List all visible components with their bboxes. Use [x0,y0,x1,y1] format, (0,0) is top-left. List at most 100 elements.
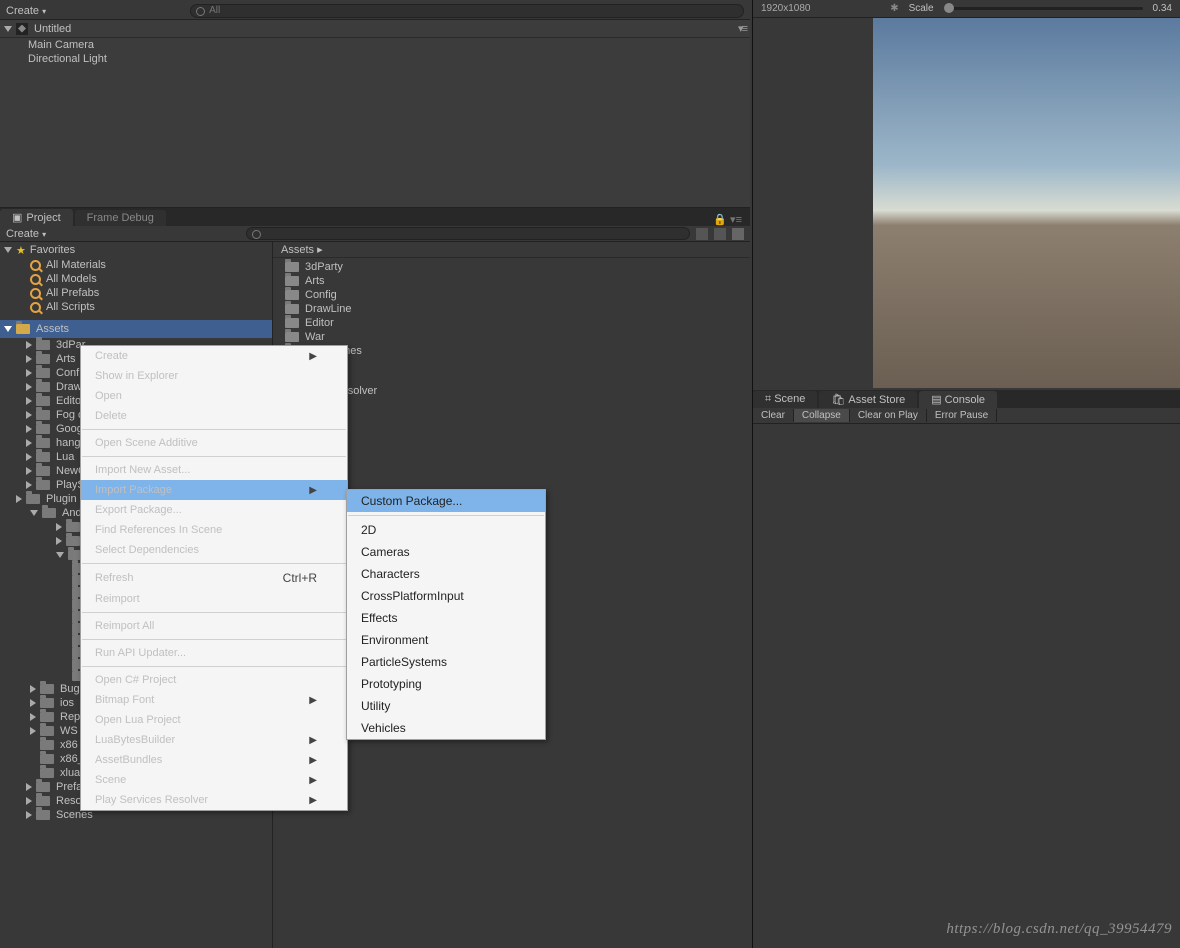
context-menu-item[interactable]: AssetBundles▶ [81,750,347,770]
asset-item[interactable]: Arts [273,274,750,288]
submenu-item[interactable]: ParticleSystems [347,651,545,673]
assets-header[interactable]: Assets [0,320,272,338]
asset-item[interactable]: Editor [273,316,750,330]
context-menu-item[interactable]: Play Services Resolver▶ [81,790,347,810]
console-clear-on-play-button[interactable]: Clear on Play [850,409,927,422]
submenu-item[interactable]: Utility [347,695,545,717]
folder-icon [40,726,54,736]
tab-project[interactable]: ▣Project [0,209,73,226]
folder-icon [36,424,50,434]
expand-icon [4,26,12,32]
unity-icon [16,23,28,35]
expand-icon [30,685,36,693]
filter-icon[interactable] [714,228,726,240]
context-menu-item[interactable]: Scene▶ [81,770,347,790]
context-menu-item[interactable]: Select Dependencies [81,540,347,560]
submenu-item[interactable]: Effects [347,607,545,629]
folder-icon [40,768,54,778]
favorite-item[interactable]: All Scripts [0,300,272,314]
hierarchy-create-button[interactable]: Create ▾ [6,5,46,17]
folder-icon [36,438,50,448]
tab-console[interactable]: ▤Console [919,391,997,408]
context-menu-item[interactable]: Reimport [81,589,347,609]
tab-frame-debug[interactable]: Frame Debug [75,210,166,226]
folder-icon [40,740,54,750]
folder-icon [16,324,30,334]
folder-icon [26,494,40,504]
context-menu-item[interactable]: Run API Updater... [81,643,347,663]
asset-item[interactable]: 3dParty [273,260,750,274]
hierarchy-item[interactable]: Main Camera [0,38,750,52]
folder-icon [36,466,50,476]
console-error-pause-button[interactable]: Error Pause [927,409,997,422]
context-menu-item[interactable]: Import New Asset... [81,460,347,480]
hierarchy-search-input[interactable] [190,4,744,18]
expand-icon [26,397,32,405]
scale-label: Scale [909,3,934,14]
submenu-item[interactable]: 2D [347,519,545,541]
search-icon [30,288,41,299]
submenu-item[interactable]: Characters [347,563,545,585]
filter-icon[interactable] [696,228,708,240]
folder-icon [36,782,50,792]
folder-icon [285,262,299,272]
folder-icon [40,698,54,708]
expand-icon [26,411,32,419]
submenu-item[interactable]: Environment [347,629,545,651]
scene-name: Untitled [34,23,71,35]
context-menu-item[interactable]: Bitmap Font▶ [81,690,347,710]
folder-icon [36,796,50,806]
context-menu: Create▶Show in ExplorerOpenDelete Open S… [80,345,348,811]
folder-icon [36,354,50,364]
context-menu-item[interactable]: Reimport All [81,616,347,636]
context-menu-item[interactable]: Find References In Scene [81,520,347,540]
resolution-label[interactable]: 1920x1080 [761,3,811,14]
context-menu-item[interactable]: Create▶ [81,346,347,366]
context-menu-item[interactable]: Show in Explorer [81,366,347,386]
favorite-item[interactable]: All Prefabs [0,286,272,300]
save-icon[interactable] [732,228,744,240]
context-menu-item[interactable]: Open Lua Project [81,710,347,730]
tab-scene[interactable]: ⌗Scene [753,391,817,408]
submenu-import-package: Custom Package... 2DCamerasCharactersCros… [346,489,546,740]
favorites-header[interactable]: ★ Favorites [0,242,272,258]
hierarchy-item[interactable]: Directional Light [0,52,750,66]
asset-item[interactable]: DrawLine [273,302,750,316]
expand-icon [4,326,12,332]
search-icon [30,302,41,313]
context-menu-item[interactable]: Export Package... [81,500,347,520]
context-menu-item[interactable]: LuaBytesBuilder▶ [81,730,347,750]
scale-slider[interactable] [944,7,1143,10]
context-menu-item[interactable]: Open C# Project [81,670,347,690]
folder-icon [40,684,54,694]
context-menu-item[interactable]: Delete [81,406,347,426]
context-menu-item[interactable]: Import Package▶ [81,480,347,500]
favorite-item[interactable]: All Materials [0,258,272,272]
project-create-button[interactable]: Create ▾ [6,228,46,240]
context-menu-item[interactable]: RefreshCtrl+R [81,567,347,589]
folder-icon [42,508,56,518]
context-menu-item[interactable]: Open Scene Additive [81,433,347,453]
console-collapse-button[interactable]: Collapse [794,409,850,422]
asset-item[interactable]: War [273,330,750,344]
submenu-item[interactable]: Cameras [347,541,545,563]
submenu-item[interactable]: Prototyping [347,673,545,695]
expand-icon [26,439,32,447]
asset-item[interactable]: Config [273,288,750,302]
favorite-item[interactable]: All Models [0,272,272,286]
expand-icon [26,811,32,819]
console-clear-button[interactable]: Clear [753,409,794,422]
project-search-input[interactable] [246,227,690,240]
breadcrumb[interactable]: Assets ▸ [273,242,750,258]
submenu-item[interactable]: Vehicles [347,717,545,739]
scale-value: 0.34 [1153,3,1172,14]
submenu-item[interactable]: CrossPlatformInput [347,585,545,607]
expand-icon [16,495,22,503]
submenu-item[interactable]: Custom Package... [347,490,545,512]
menu-icon[interactable]: ▾≡ [738,22,746,35]
context-menu-item[interactable]: Open [81,386,347,406]
lock-icon[interactable]: 🔒 ▾≡ [713,213,750,226]
expand-icon [26,383,32,391]
tab-asset-store[interactable]: 🛍Asset Store [819,391,917,408]
scene-header[interactable]: Untitled ▾≡ [0,20,750,38]
